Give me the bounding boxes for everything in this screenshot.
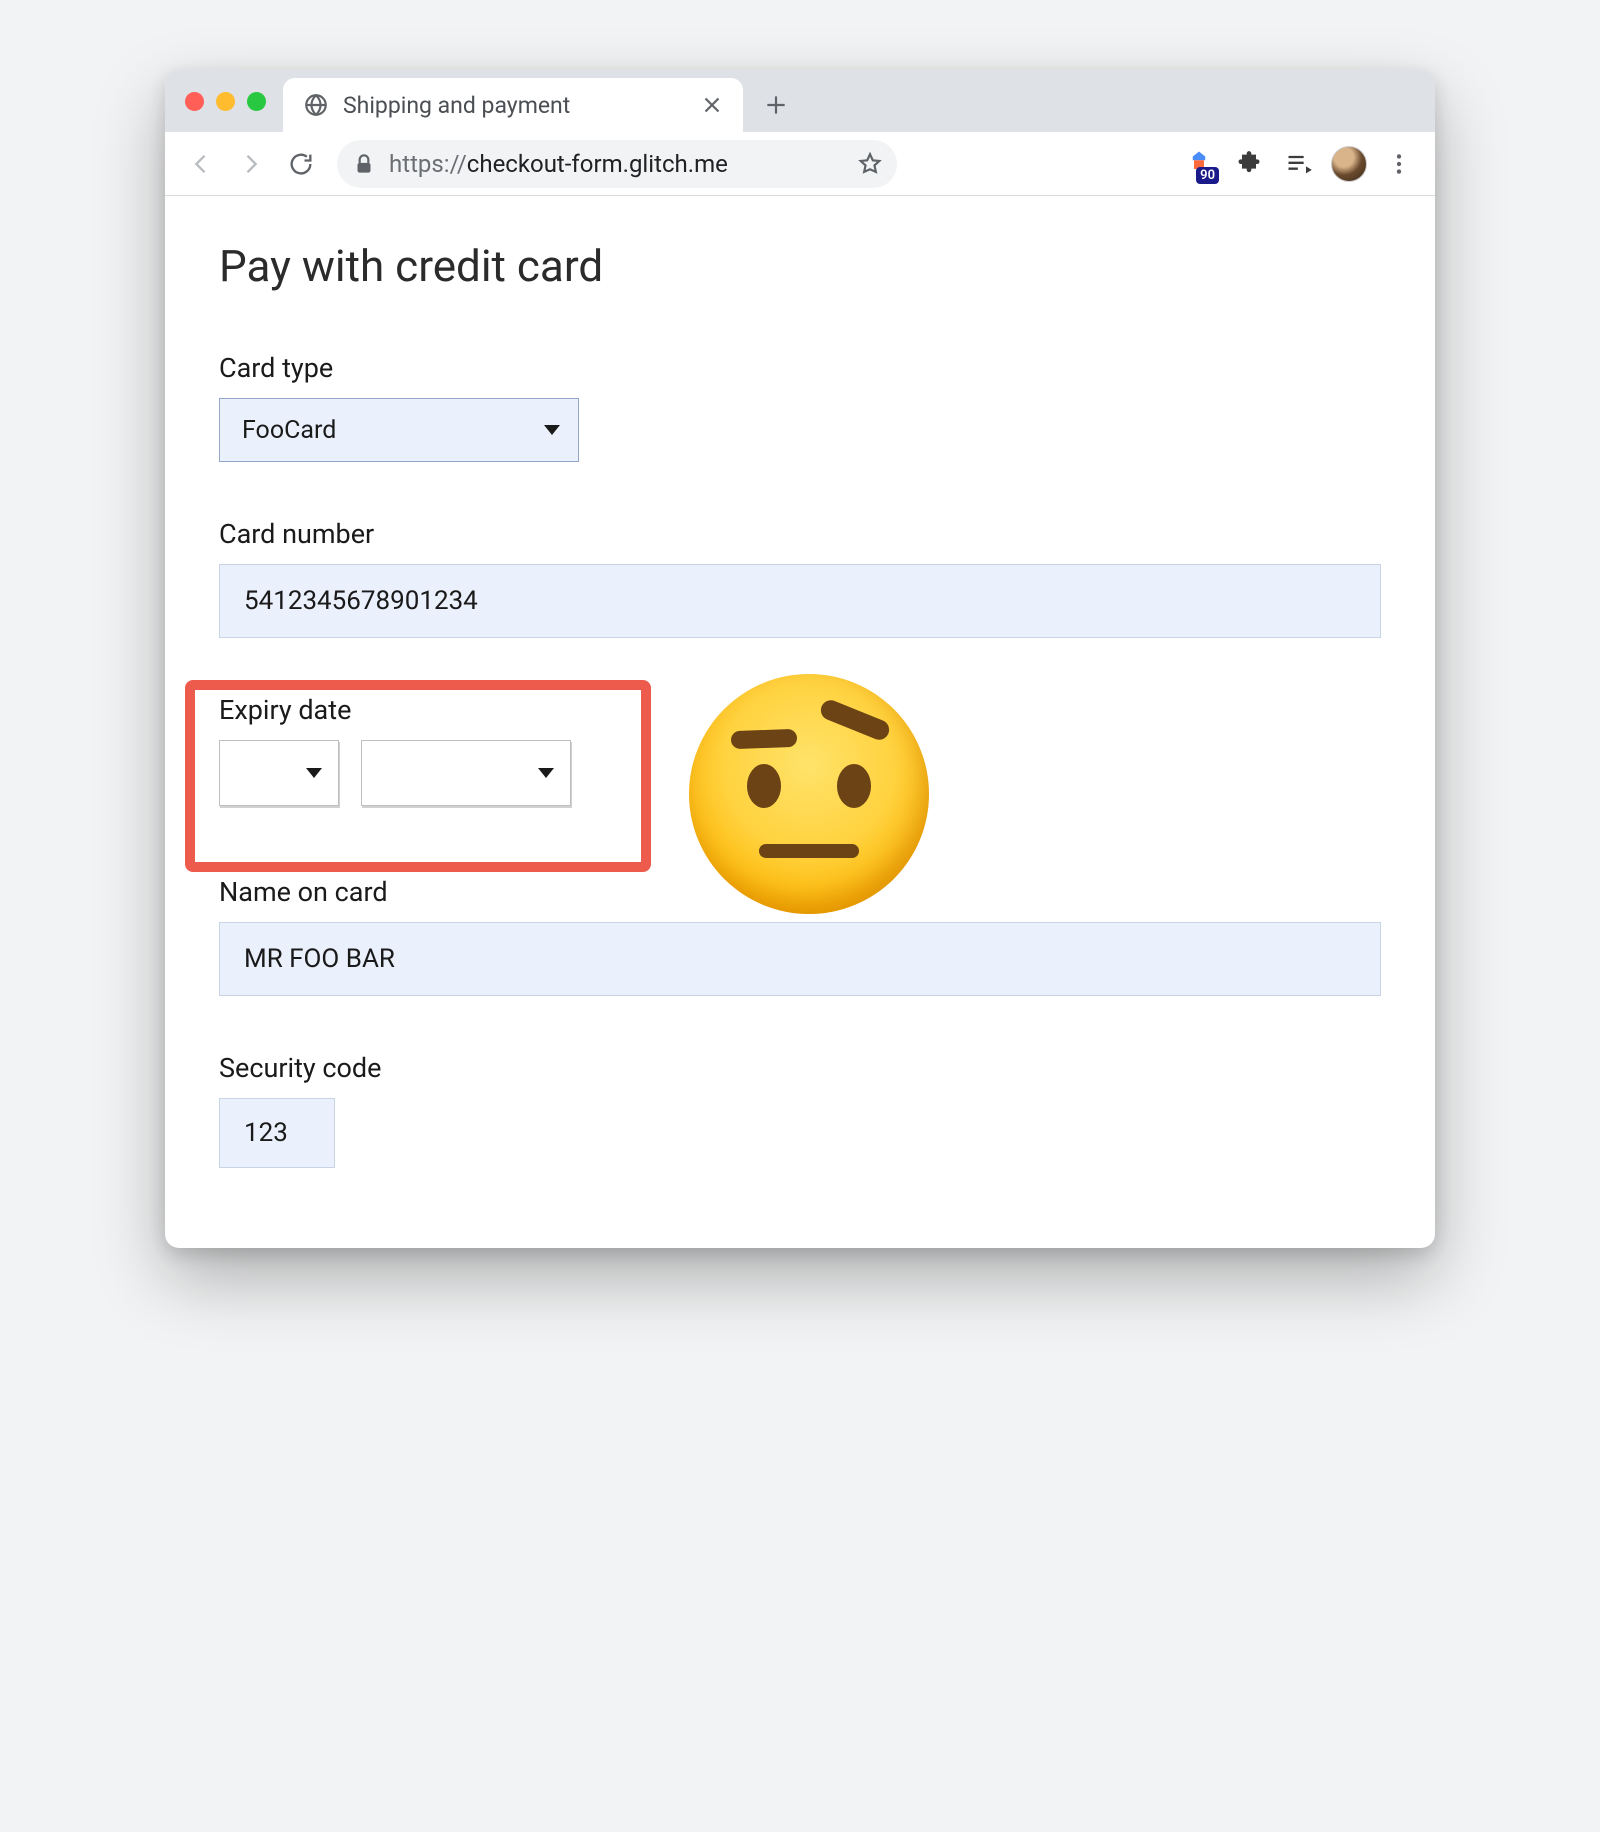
window-zoom-button[interactable] — [247, 92, 266, 111]
chevron-down-icon — [538, 768, 554, 778]
url-host: checkout-form.glitch.me — [467, 150, 728, 178]
globe-icon — [303, 92, 329, 118]
url-scheme: https:// — [389, 150, 467, 178]
name-on-card-input[interactable]: MR FOO BAR — [219, 922, 1381, 996]
card-number-value: 5412345678901234 — [244, 586, 478, 616]
raised-eyebrow-emoji — [689, 674, 929, 914]
window-controls — [185, 92, 266, 111]
puzzle-icon — [1235, 150, 1263, 178]
card-type-value: FooCard — [242, 416, 336, 445]
window-close-button[interactable] — [185, 92, 204, 111]
lock-icon — [351, 151, 377, 177]
browser-toolbar: https://checkout-form.glitch.me 90 — [165, 132, 1435, 196]
tab-strip: Shipping and payment — [165, 70, 1435, 132]
security-code-field: Security code 123 — [219, 1052, 1381, 1168]
expiry-label: Expiry date — [219, 694, 571, 726]
security-code-input[interactable]: 123 — [219, 1098, 335, 1168]
card-type-select[interactable]: FooCard — [219, 398, 579, 462]
extensions-button[interactable] — [1227, 142, 1271, 186]
chevron-down-icon — [544, 425, 560, 435]
menu-dots-icon — [1386, 151, 1412, 177]
page-title: Pay with credit card — [219, 240, 1381, 292]
security-code-label: Security code — [219, 1052, 1381, 1084]
reload-icon — [287, 150, 315, 178]
browser-menu-button[interactable] — [1377, 142, 1421, 186]
expiry-month-select[interactable] — [219, 740, 339, 806]
browser-tab[interactable]: Shipping and payment — [283, 78, 743, 132]
back-button[interactable] — [179, 142, 223, 186]
new-tab-button[interactable] — [755, 84, 797, 126]
url-text: https://checkout-form.glitch.me — [389, 150, 845, 178]
card-number-input[interactable]: 5412345678901234 — [219, 564, 1381, 638]
expiry-year-select[interactable] — [361, 740, 571, 806]
tab-title: Shipping and payment — [343, 92, 685, 119]
forward-button[interactable] — [229, 142, 273, 186]
card-number-field: Card number 5412345678901234 — [219, 518, 1381, 638]
security-code-value: 123 — [244, 1118, 288, 1148]
close-tab-icon[interactable] — [699, 92, 725, 118]
page-content: Pay with credit card Card type FooCard C… — [165, 196, 1435, 1248]
forward-icon — [237, 150, 265, 178]
chevron-down-icon — [306, 768, 322, 778]
lighthouse-extension-button[interactable]: 90 — [1177, 142, 1221, 186]
back-icon — [187, 150, 215, 178]
card-type-field: Card type FooCard — [219, 352, 1381, 462]
reload-button[interactable] — [279, 142, 323, 186]
lighthouse-badge: 90 — [1196, 167, 1219, 184]
name-on-card-value: MR FOO BAR — [244, 944, 395, 974]
expiry-field: Expiry date — [219, 694, 1381, 806]
address-bar[interactable]: https://checkout-form.glitch.me — [337, 140, 897, 188]
window-minimize-button[interactable] — [216, 92, 235, 111]
star-icon[interactable] — [857, 151, 883, 177]
browser-window: Shipping and payment — [165, 70, 1435, 1248]
profile-button[interactable] — [1327, 142, 1371, 186]
avatar — [1331, 146, 1367, 182]
card-type-label: Card type — [219, 352, 1381, 384]
media-control-button[interactable] — [1277, 142, 1321, 186]
plus-icon — [763, 92, 789, 118]
playlist-icon — [1285, 150, 1313, 178]
card-number-label: Card number — [219, 518, 1381, 550]
